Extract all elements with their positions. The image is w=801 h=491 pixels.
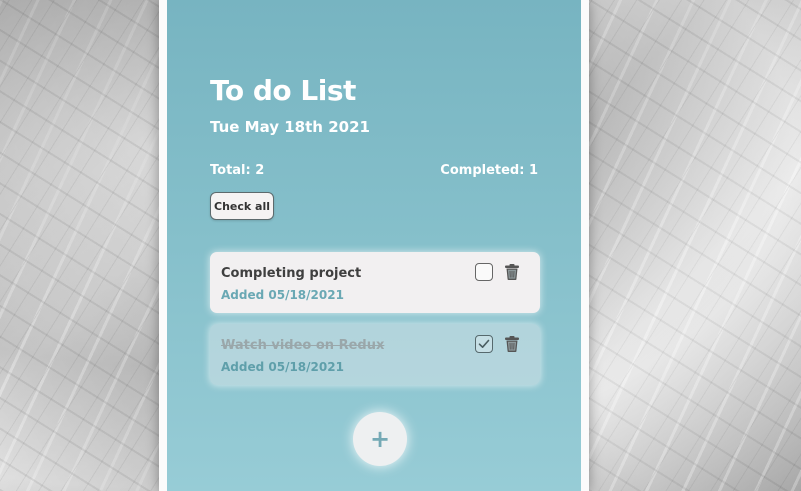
trash-icon[interactable]: [503, 335, 521, 353]
completed-count: Completed: 1: [440, 163, 538, 178]
todo-app-content: To do List Tue May 18th 2021 Total: 2 Co…: [167, 0, 581, 491]
todo-text: Watch video on Redux: [221, 338, 385, 353]
todo-item: Completing project Added 05/18/2021: [210, 252, 540, 313]
todo-text: Completing project: [221, 266, 362, 281]
todo-item-completed: Watch video on Redux Added 05/18/2021: [210, 324, 540, 385]
current-date: Tue May 18th 2021: [210, 118, 370, 136]
add-todo-button[interactable]: +: [353, 412, 407, 466]
trash-icon[interactable]: [503, 263, 521, 281]
todo-complete-checkbox[interactable]: [475, 335, 493, 353]
checkmark-icon: [478, 339, 490, 348]
todo-app-panel: To do List Tue May 18th 2021 Total: 2 Co…: [159, 0, 589, 491]
page-title: To do List: [210, 74, 356, 107]
check-all-button[interactable]: Check all: [210, 192, 274, 220]
todo-added-date: Added 05/18/2021: [221, 360, 344, 374]
todo-added-date: Added 05/18/2021: [221, 288, 344, 302]
total-count: Total: 2: [210, 163, 265, 178]
todo-complete-checkbox[interactable]: [475, 263, 493, 281]
